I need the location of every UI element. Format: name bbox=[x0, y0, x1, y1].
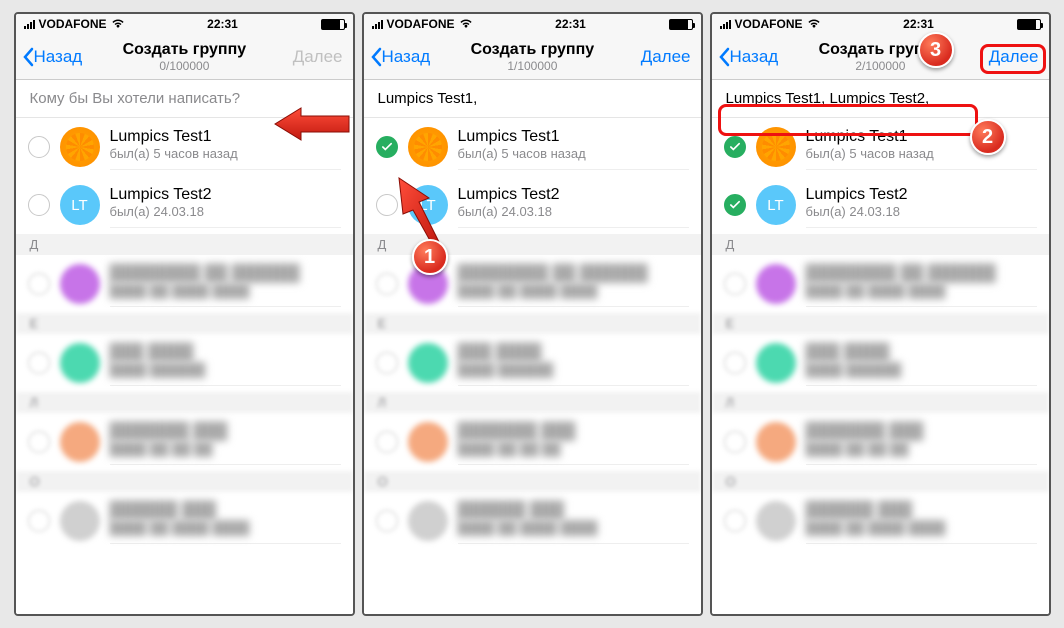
carrier-label: VODAFONE bbox=[387, 17, 455, 31]
highlight-box-search bbox=[718, 104, 978, 136]
checkmark-icon bbox=[729, 200, 741, 210]
nav-title-box: Создать группу 0/100000 bbox=[82, 41, 286, 73]
status-bar: VODAFONE 22:31 bbox=[712, 14, 1049, 34]
back-button[interactable]: Назад bbox=[22, 47, 83, 67]
signal-icon bbox=[720, 20, 731, 29]
carrier-label: VODAFONE bbox=[39, 17, 107, 31]
status-time: 22:31 bbox=[207, 17, 238, 31]
chevron-left-icon bbox=[718, 47, 730, 67]
back-label: Назад bbox=[382, 47, 431, 67]
checkmark-icon bbox=[381, 142, 393, 152]
status-right bbox=[321, 19, 345, 30]
highlight-box-next bbox=[980, 44, 1046, 74]
nav-title: Создать группу bbox=[430, 41, 634, 59]
avatar bbox=[408, 127, 448, 167]
contact-row-blurred[interactable]: ██████ ███████ ██ ████ ████ bbox=[16, 492, 353, 550]
battery-icon bbox=[669, 19, 693, 30]
contact-row-blurred[interactable]: ████████ ██ ██████████ ██ ████ ████ bbox=[712, 255, 1049, 313]
check-circle-checked[interactable] bbox=[724, 136, 746, 158]
chevron-left-icon bbox=[370, 47, 382, 67]
section-header: Д bbox=[16, 234, 353, 255]
check-circle[interactable] bbox=[28, 194, 50, 216]
contact-status: был(а) 5 часов назад bbox=[110, 146, 341, 161]
section-header-blurred: Е bbox=[16, 313, 353, 334]
contact-row-blurred[interactable]: ███████ ███████ ██ ██ ██ bbox=[712, 413, 1049, 471]
phone-screen-1: VODAFONE 22:31 Назад Создать группу 0/10… bbox=[14, 12, 355, 616]
wifi-icon bbox=[459, 19, 473, 29]
contact-name: Lumpics Test2 bbox=[458, 186, 689, 204]
status-bar: VODAFONE 22:31 bbox=[16, 14, 353, 34]
avatar: LT bbox=[756, 185, 796, 225]
contact-status: был(а) 24.03.18 bbox=[806, 204, 1037, 219]
back-label: Назад bbox=[730, 47, 779, 67]
check-circle[interactable] bbox=[376, 194, 398, 216]
avatar: LT bbox=[60, 185, 100, 225]
status-time: 22:31 bbox=[555, 17, 586, 31]
status-left: VODAFONE bbox=[24, 17, 125, 31]
status-time: 22:31 bbox=[903, 17, 934, 31]
back-label: Назад bbox=[34, 47, 83, 67]
back-button[interactable]: Назад bbox=[370, 47, 431, 67]
contact-name: Lumpics Test2 bbox=[806, 186, 1037, 204]
contact-row-blurred[interactable]: ████████ ██ ██████████ ██ ████ ████ bbox=[16, 255, 353, 313]
status-bar: VODAFONE 22:31 bbox=[364, 14, 701, 34]
callout-2: 2 bbox=[970, 119, 1006, 155]
search-field[interactable]: Кому бы Вы хотели написать? bbox=[16, 80, 353, 118]
signal-icon bbox=[372, 20, 383, 29]
contact-list: Lumpics Test1был(а) 5 часов назад LT Lum… bbox=[364, 118, 701, 614]
contact-row-blurred[interactable]: ███████ ███████ ██ ██ ██ bbox=[16, 413, 353, 471]
callout-3: 3 bbox=[918, 32, 954, 68]
nav-title: Создать группу bbox=[82, 41, 286, 59]
check-circle-checked[interactable] bbox=[724, 194, 746, 216]
contact-row-blurred[interactable]: ██████ ███████ ██ ████ ████ bbox=[364, 492, 701, 550]
phone-screen-2: VODAFONE 22:31 Назад Создать группу1/100… bbox=[362, 12, 703, 616]
contact-info: Lumpics Test1 был(а) 5 часов назад bbox=[110, 124, 341, 170]
contact-list: Lumpics Test1 был(а) 5 часов назад LT Lu… bbox=[16, 118, 353, 614]
next-button[interactable]: Далее bbox=[287, 47, 347, 67]
contact-row-blurred[interactable]: ███ ████████ ██████ bbox=[364, 334, 701, 392]
avatar bbox=[60, 127, 100, 167]
nav-bar: Назад Создать группу 0/100000 Далее bbox=[16, 34, 353, 80]
battery-icon bbox=[1017, 19, 1041, 30]
wifi-icon bbox=[111, 19, 125, 29]
contact-row[interactable]: Lumpics Test1был(а) 5 часов назад bbox=[364, 118, 701, 176]
contact-row-blurred[interactable]: ███ ████████ ██████ bbox=[712, 334, 1049, 392]
contact-status: был(а) 5 часов назад bbox=[458, 146, 689, 161]
contact-row-blurred[interactable]: ██████ ███████ ██ ████ ████ bbox=[712, 492, 1049, 550]
check-circle[interactable] bbox=[28, 136, 50, 158]
contact-row[interactable]: LT Lumpics Test2был(а) 24.03.18 bbox=[712, 176, 1049, 234]
nav-count: 1/100000 bbox=[430, 59, 634, 73]
search-field[interactable]: Lumpics Test1, bbox=[364, 80, 701, 118]
contact-list: Lumpics Test1был(а) 5 часов назад LT Lum… bbox=[712, 118, 1049, 614]
checkmark-icon bbox=[729, 142, 741, 152]
back-button[interactable]: Назад bbox=[718, 47, 779, 67]
signal-icon bbox=[24, 20, 35, 29]
carrier-label: VODAFONE bbox=[735, 17, 803, 31]
avatar: LT bbox=[408, 185, 448, 225]
nav-count: 0/100000 bbox=[82, 59, 286, 73]
phone-screen-3: VODAFONE 22:31 Назад Создать группу2/100… bbox=[710, 12, 1051, 616]
section-header-blurred: Л bbox=[16, 392, 353, 413]
check-circle-checked[interactable] bbox=[376, 136, 398, 158]
chevron-left-icon bbox=[22, 47, 34, 67]
nav-bar: Назад Создать группу1/100000 Далее bbox=[364, 34, 701, 80]
contact-info: Lumpics Test2 был(а) 24.03.18 bbox=[110, 182, 341, 228]
battery-icon bbox=[321, 19, 345, 30]
contact-name: Lumpics Test2 bbox=[110, 186, 341, 204]
contact-status: был(а) 24.03.18 bbox=[110, 204, 341, 219]
next-button[interactable]: Далее bbox=[635, 47, 695, 67]
section-header-blurred: О bbox=[16, 471, 353, 492]
callout-1: 1 bbox=[412, 239, 448, 275]
contact-row[interactable]: LT Lumpics Test2 был(а) 24.03.18 bbox=[16, 176, 353, 234]
contact-name: Lumpics Test1 bbox=[458, 128, 689, 146]
contact-row-blurred[interactable]: ███████ ███████ ██ ██ ██ bbox=[364, 413, 701, 471]
nav-count: 2/100000 bbox=[778, 59, 982, 73]
contact-row[interactable]: LT Lumpics Test2был(а) 24.03.18 bbox=[364, 176, 701, 234]
contact-status: был(а) 24.03.18 bbox=[458, 204, 689, 219]
wifi-icon bbox=[807, 19, 821, 29]
contact-row-blurred[interactable]: ███ ████████ ██████ bbox=[16, 334, 353, 392]
contact-row[interactable]: Lumpics Test1 был(а) 5 часов назад bbox=[16, 118, 353, 176]
contact-name: Lumpics Test1 bbox=[110, 128, 341, 146]
section-header: Д bbox=[712, 234, 1049, 255]
